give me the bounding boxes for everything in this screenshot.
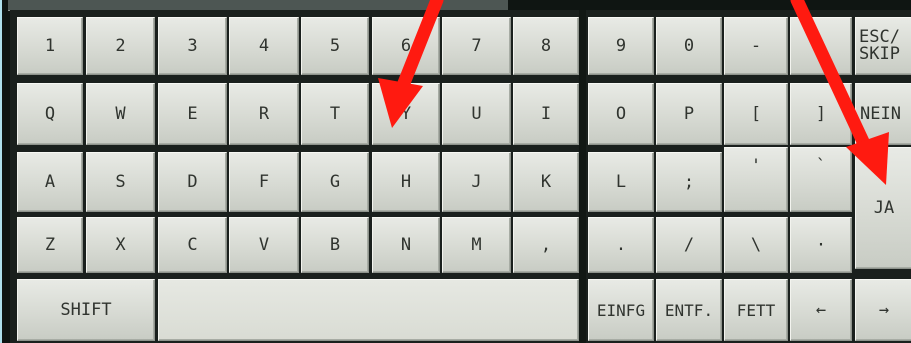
arrow-to-ja-key-icon [790,0,889,185]
arrow-to-y-key-icon [378,0,444,128]
annotation-arrows [378,0,889,185]
